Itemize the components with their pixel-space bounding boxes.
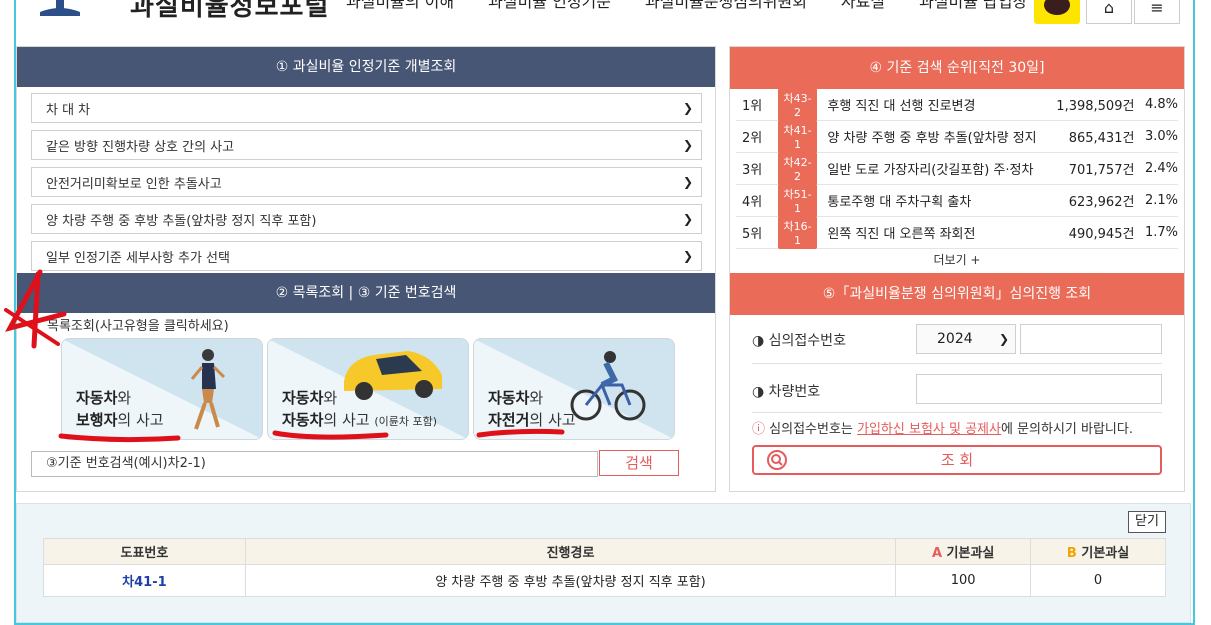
divider	[752, 412, 1162, 413]
select-extra-criteria[interactable]: 일부 인정기준 세부사항 추가 선택 ❯	[31, 241, 702, 271]
receipt-number-input[interactable]	[1020, 324, 1162, 354]
search-icon	[767, 450, 787, 470]
nav-item[interactable]: 과실비율의 이해	[346, 0, 454, 12]
ranking-list: 1위 차43-2 후행 직진 대 선행 진로변경 1,398,509건 4.8% 2위 차…	[730, 88, 1184, 249]
info-icon: ⓘ	[752, 422, 766, 437]
header-b-fault: B 기본과실	[1030, 538, 1166, 565]
divider	[752, 363, 1162, 364]
chevron-down-icon: ❯	[998, 332, 1009, 346]
criteria-panel: ① 과실비율 인정기준 개별조회 차 대 차 ❯ 같은 방향 진행차량 상호 간의…	[16, 46, 716, 492]
home-button[interactable]: ⌂	[1086, 0, 1132, 24]
header-code: 도표번호	[43, 538, 246, 565]
code-badge: 차43-2	[777, 88, 818, 121]
section1-title: ① 과실비율 인정기준 개별조회	[17, 47, 715, 87]
chevron-down-icon: ❯	[682, 101, 693, 115]
kakao-button[interactable]	[1034, 0, 1080, 24]
home-icon: ⌂	[1103, 0, 1115, 17]
cell-b-fault: 0	[1030, 564, 1166, 597]
section2-title: ② 목록조회 | ③ 기준 번호검색	[17, 273, 715, 313]
cell-route: 양 차량 주행 중 후방 추돌(앞차량 정지 직후 포함)	[244, 564, 897, 597]
category-note: 목록조회(사고유형을 클릭하세요)	[47, 319, 229, 334]
menu-button[interactable]: ≡	[1134, 0, 1180, 24]
ranking-item[interactable]: 5위 차16-1 왼쪽 직진 대 오른쪽 좌회전 490,945건 1.7%	[736, 216, 1178, 249]
chevron-down-icon: ❯	[682, 212, 693, 226]
card-car-car[interactable]: 자동차와 자동차의 사고 (이륜차 포함)	[267, 338, 469, 440]
result-panel: 닫기 도표번호 진행경로 A 기본과실 B 기본과실 차41-1 양 차량 주행…	[16, 503, 1191, 623]
chevron-down-icon: ❯	[682, 138, 693, 152]
criteria-number-search-input[interactable]: ③기준 번호검색(예시)차2-1)	[31, 451, 598, 477]
ranking-panel: ④ 기준 검색 순위[직전 30일] 1위 차43-2 후행 직진 대 선행 진로변…	[729, 46, 1185, 492]
search-button[interactable]: 검색	[599, 450, 679, 476]
more-link[interactable]: 더보기 +	[730, 249, 1184, 271]
criteria-selects: 차 대 차 ❯ 같은 방향 진행차량 상호 간의 사고 ❯ 안전거리미확보로 인한 …	[17, 87, 715, 271]
result-table: 도표번호 진행경로 A 기본과실 B 기본과실 차41-1 양 차량 주행 중 …	[43, 538, 1166, 597]
ranking-item[interactable]: 2위 차41-1 양 차량 주행 중 후방 추돌(앞차량 정지 865,431건 3.0…	[736, 120, 1178, 153]
code-badge: 차16-1	[777, 216, 818, 249]
nav-item[interactable]: 과실비율분쟁심의위원회	[645, 0, 807, 12]
code-badge: 차42-2	[777, 152, 818, 185]
receipt-notice: ⓘ 심의접수번호는 가입하신 보험사 및 공제사에 문의하시기 바랍니다.	[752, 422, 1133, 437]
inquiry-button[interactable]: 조 회	[752, 445, 1162, 475]
close-button[interactable]: 닫기	[1128, 511, 1166, 533]
cell-code[interactable]: 차41-1	[43, 564, 246, 597]
pedestrian-icon	[190, 349, 226, 430]
ranking-item[interactable]: 3위 차42-2 일반 도로 가장자리(갓길포함) 주·정차 701,757건 2.4%	[736, 152, 1178, 185]
nav-item[interactable]: 과실비율 인정기준	[488, 0, 611, 12]
chevron-down-icon: ❯	[682, 249, 693, 263]
chevron-down-icon: ❯	[682, 175, 693, 189]
select-accident-subcategory[interactable]: 안전거리미확보로 인한 추돌사고 ❯	[31, 167, 702, 197]
code-badge: 차51-1	[777, 184, 818, 217]
insurer-link[interactable]: 가입하신 보험사 및 공제사	[857, 422, 1001, 437]
nav-item[interactable]: 자료실	[841, 0, 885, 12]
code-badge: 차41-1	[777, 120, 818, 153]
nav-item[interactable]: 과실비율 팝업창	[919, 0, 1027, 12]
table-row: 차41-1 양 차량 주행 중 후방 추돌(앞차량 정지 직후 포함) 100 …	[43, 564, 1166, 597]
site-logo-icon[interactable]	[38, 0, 82, 18]
header-route: 진행경로	[244, 538, 897, 565]
site-title[interactable]: 과실비율정보포털	[130, 0, 329, 23]
section4-title: ④ 기준 검색 순위[직전 30일]	[730, 47, 1184, 89]
ranking-item[interactable]: 1위 차43-2 후행 직진 대 선행 진로변경 1,398,509건 4.8%	[736, 88, 1178, 121]
vehicle-number-input[interactable]	[916, 374, 1162, 404]
select-accident-category[interactable]: 같은 방향 진행차량 상호 간의 사고 ❯	[31, 130, 702, 160]
bicycle-icon	[570, 351, 646, 421]
ranking-item[interactable]: 4위 차51-1 통로주행 대 주차구획 출차 623,962건 2.1%	[736, 184, 1178, 217]
car-icon	[344, 351, 442, 400]
card-car-bicycle[interactable]: 자동차와 자전거의 사고	[473, 338, 675, 440]
select-accident-detail[interactable]: 양 차량 주행 중 후방 추돌(앞차량 정지 직후 포함) ❯	[31, 204, 702, 234]
section5-title: ⑤「과실비율분쟁 심의위원회」심의진행 조회	[730, 273, 1184, 315]
accident-type-cards: 자동차와 보행자의 사고 자동차와 자동차의 사고 (이륜차 포함) 자동차와 …	[61, 338, 675, 440]
year-select[interactable]: 2024 ❯	[916, 324, 1016, 354]
hamburger-icon: ≡	[1150, 0, 1164, 17]
header-a-fault: A 기본과실	[895, 538, 1032, 565]
card-car-pedestrian[interactable]: 자동차와 보행자의 사고	[61, 338, 263, 440]
vehicle-number-label: ◑ 차량번호	[752, 384, 821, 400]
top-navigation: 과실비율의 이해 과실비율 인정기준 과실비율분쟁심의위원회 자료실 과실비율 …	[346, 0, 1027, 12]
receipt-number-label: ◑ 심의접수번호	[752, 333, 846, 349]
cell-a-fault: 100	[895, 564, 1032, 597]
select-accident-type[interactable]: 차 대 차 ❯	[31, 93, 702, 123]
site-header: 과실비율정보포털 과실비율의 이해 과실비율 인정기준 과실비율분쟁심의위원회 …	[16, 0, 1193, 46]
kakao-talk-icon	[1044, 0, 1070, 15]
